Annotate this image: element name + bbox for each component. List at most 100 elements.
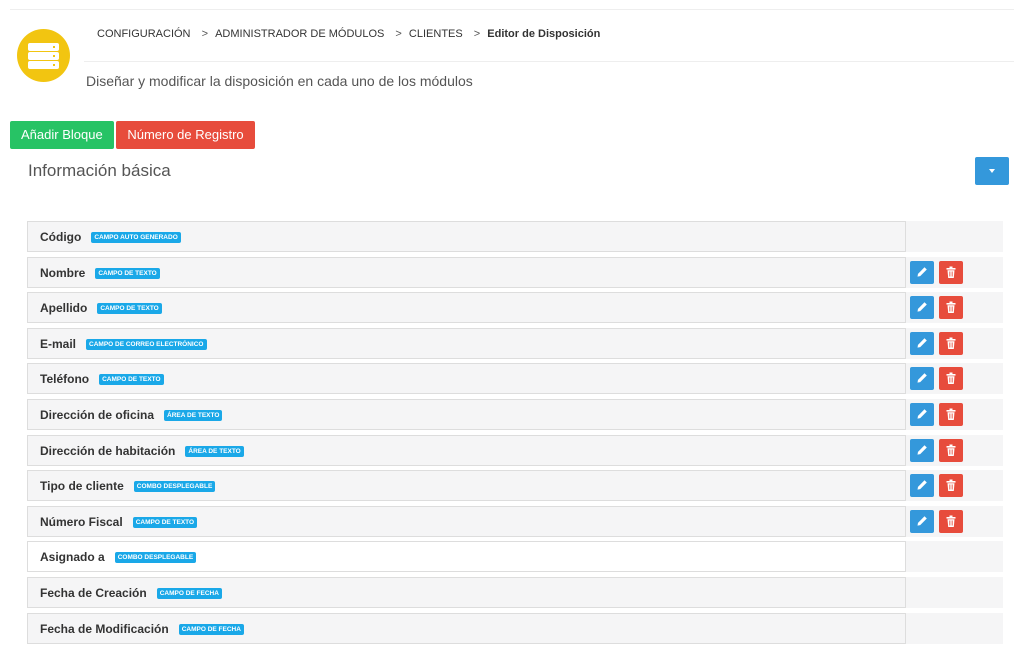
block-options-dropdown[interactable]: [975, 157, 1009, 185]
field-label-text: Tipo de cliente: [40, 479, 124, 493]
delete-field-button[interactable]: [939, 332, 963, 355]
record-number-button[interactable]: Número de Registro: [116, 121, 255, 149]
pencil-icon: [917, 409, 927, 419]
pencil-icon: [917, 338, 927, 348]
field-type-badge: CAMPO DE TEXTO: [97, 303, 162, 314]
pencil-icon: [917, 267, 927, 277]
add-block-button[interactable]: Añadir Bloque: [10, 121, 114, 149]
field-label-text: Nombre: [40, 266, 86, 280]
field-row[interactable]: Teléfono CAMPO DE TEXTO: [27, 363, 1003, 394]
trash-icon: [946, 479, 956, 491]
field-actions-cell: [905, 506, 1003, 537]
edit-field-button[interactable]: [910, 403, 934, 426]
field-row[interactable]: Dirección de oficina ÁREA DE TEXTO: [27, 399, 1003, 430]
field-label: Teléfono CAMPO DE TEXTO: [40, 372, 164, 386]
trash-icon: [946, 266, 956, 278]
field-actions-cell: [905, 435, 1003, 466]
delete-field-button[interactable]: [939, 439, 963, 462]
field-label-text: Fecha de Creación: [40, 586, 147, 600]
field-label-text: Asignado a: [40, 550, 105, 564]
trash-icon: [946, 408, 956, 420]
field-label: Fecha de Creación CAMPO DE FECHA: [40, 586, 222, 600]
field-row[interactable]: Código CAMPO AUTO GENERADO: [27, 221, 1003, 252]
header-divider: [84, 61, 1014, 62]
field-actions-cell: [905, 257, 1003, 288]
trash-icon: [946, 515, 956, 527]
edit-field-button[interactable]: [910, 367, 934, 390]
field-type-badge: COMBO DESPLEGABLE: [114, 552, 197, 563]
field-row[interactable]: Fecha de Modificación CAMPO DE FECHA: [27, 613, 1003, 644]
field-label-text: Fecha de Modificación: [40, 622, 169, 636]
field-actions-cell: [905, 221, 1003, 252]
field-type-badge: CAMPO DE FECHA: [156, 588, 222, 599]
field-row[interactable]: Fecha de Creación CAMPO DE FECHA: [27, 577, 1003, 608]
delete-field-button[interactable]: [939, 510, 963, 533]
trash-icon: [946, 337, 956, 349]
field-label-text: Dirección de habitación: [40, 444, 176, 458]
breadcrumb-clientes[interactable]: CLIENTES: [409, 28, 463, 40]
field-actions-cell: [905, 470, 1003, 501]
field-label-text: Dirección de oficina: [40, 408, 155, 422]
field-label: Número Fiscal CAMPO DE TEXTO: [40, 515, 198, 529]
edit-field-button[interactable]: [910, 296, 934, 319]
field-row[interactable]: E-mail CAMPO DE CORREO ELECTRÓNICO: [27, 328, 1003, 359]
pencil-icon: [917, 480, 927, 490]
field-label: Dirección de oficina ÁREA DE TEXTO: [40, 408, 223, 422]
edit-field-button[interactable]: [910, 510, 934, 533]
field-label: E-mail CAMPO DE CORREO ELECTRÓNICO: [40, 337, 207, 351]
pencil-icon: [917, 373, 927, 383]
edit-field-button[interactable]: [910, 261, 934, 284]
field-type-badge: COMBO DESPLEGABLE: [133, 481, 216, 492]
breadcrumb-current: Editor de Disposición: [487, 28, 601, 40]
breadcrumb-separator: >: [395, 28, 402, 40]
caret-down-icon: [989, 169, 995, 173]
pencil-icon: [917, 445, 927, 455]
page-subtitle: Diseñar y modificar la disposición en ca…: [86, 73, 473, 89]
field-label-text: Teléfono: [40, 372, 90, 386]
field-label: Tipo de cliente COMBO DESPLEGABLE: [40, 479, 216, 493]
delete-field-button[interactable]: [939, 403, 963, 426]
field-actions-cell: [905, 577, 1003, 608]
field-type-badge: CAMPO DE FECHA: [178, 624, 244, 635]
field-label: Apellido CAMPO DE TEXTO: [40, 301, 162, 315]
field-type-badge: CAMPO DE TEXTO: [132, 517, 198, 528]
breadcrumb: CONFIGURACIÓN > ADMINISTRADOR DE MÓDULOS…: [97, 28, 600, 40]
edit-field-button[interactable]: [910, 474, 934, 497]
field-actions-cell: [905, 292, 1003, 323]
server-icon: [17, 29, 70, 82]
delete-field-button[interactable]: [939, 261, 963, 284]
field-type-badge: CAMPO AUTO GENERADO: [91, 232, 181, 243]
edit-field-button[interactable]: [910, 439, 934, 462]
top-divider: [10, 9, 1014, 10]
breadcrumb-separator: >: [473, 28, 481, 40]
field-actions-cell: [905, 328, 1003, 359]
field-label: Código CAMPO AUTO GENERADO: [40, 230, 181, 244]
field-label: Nombre CAMPO DE TEXTO: [40, 266, 160, 280]
trash-icon: [946, 301, 956, 313]
field-actions-cell: [905, 613, 1003, 644]
field-type-badge: CAMPO DE CORREO ELECTRÓNICO: [86, 339, 207, 350]
pencil-icon: [917, 516, 927, 526]
field-type-badge: CAMPO DE TEXTO: [95, 268, 160, 279]
field-type-badge: CAMPO DE TEXTO: [99, 374, 164, 385]
breadcrumb-configuracion[interactable]: CONFIGURACIÓN: [97, 28, 191, 40]
field-type-badge: ÁREA DE TEXTO: [185, 446, 244, 457]
field-label: Fecha de Modificación CAMPO DE FECHA: [40, 622, 244, 636]
pencil-icon: [917, 302, 927, 312]
delete-field-button[interactable]: [939, 367, 963, 390]
field-label-text: Apellido: [40, 301, 88, 315]
field-row[interactable]: Apellido CAMPO DE TEXTO: [27, 292, 1003, 323]
field-row[interactable]: Dirección de habitación ÁREA DE TEXTO: [27, 435, 1003, 466]
delete-field-button[interactable]: [939, 474, 963, 497]
edit-field-button[interactable]: [910, 332, 934, 355]
breadcrumb-administrador-modulos[interactable]: ADMINISTRADOR DE MÓDULOS: [215, 28, 384, 40]
field-label-text: E-mail: [40, 337, 77, 351]
field-actions-cell: [905, 363, 1003, 394]
breadcrumb-separator: >: [201, 28, 208, 40]
field-row[interactable]: Asignado a COMBO DESPLEGABLE: [27, 541, 1003, 572]
field-row[interactable]: Tipo de cliente COMBO DESPLEGABLE: [27, 470, 1003, 501]
delete-field-button[interactable]: [939, 296, 963, 319]
field-label: Dirección de habitación ÁREA DE TEXTO: [40, 444, 244, 458]
field-row[interactable]: Nombre CAMPO DE TEXTO: [27, 257, 1003, 288]
field-row[interactable]: Número Fiscal CAMPO DE TEXTO: [27, 506, 1003, 537]
